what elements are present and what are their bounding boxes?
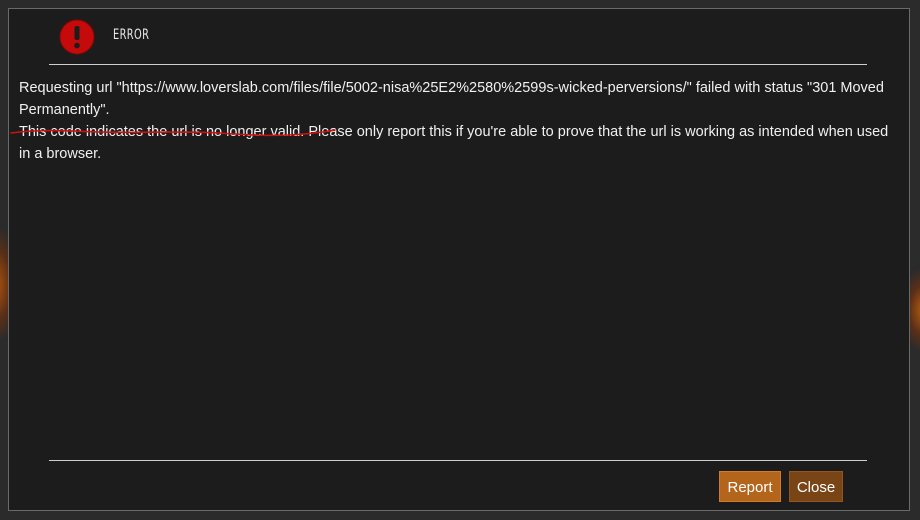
error-message: Requesting url "https://www.loverslab.co… bbox=[19, 77, 894, 165]
message-request-line: Requesting url "https://www.loverslab.co… bbox=[19, 80, 884, 118]
dialog-title: ERROR bbox=[113, 27, 150, 43]
error-dialog: ERROR Requesting url "https://www.lovers… bbox=[8, 8, 910, 511]
red-annotation-underline bbox=[10, 129, 336, 137]
error-exclamation-icon bbox=[59, 19, 95, 55]
divider-top bbox=[49, 64, 867, 65]
close-button[interactable]: Close bbox=[789, 471, 843, 502]
report-button[interactable]: Report bbox=[719, 471, 781, 502]
divider-bottom bbox=[49, 460, 867, 461]
dialog-title-bar: ERROR bbox=[9, 9, 909, 65]
